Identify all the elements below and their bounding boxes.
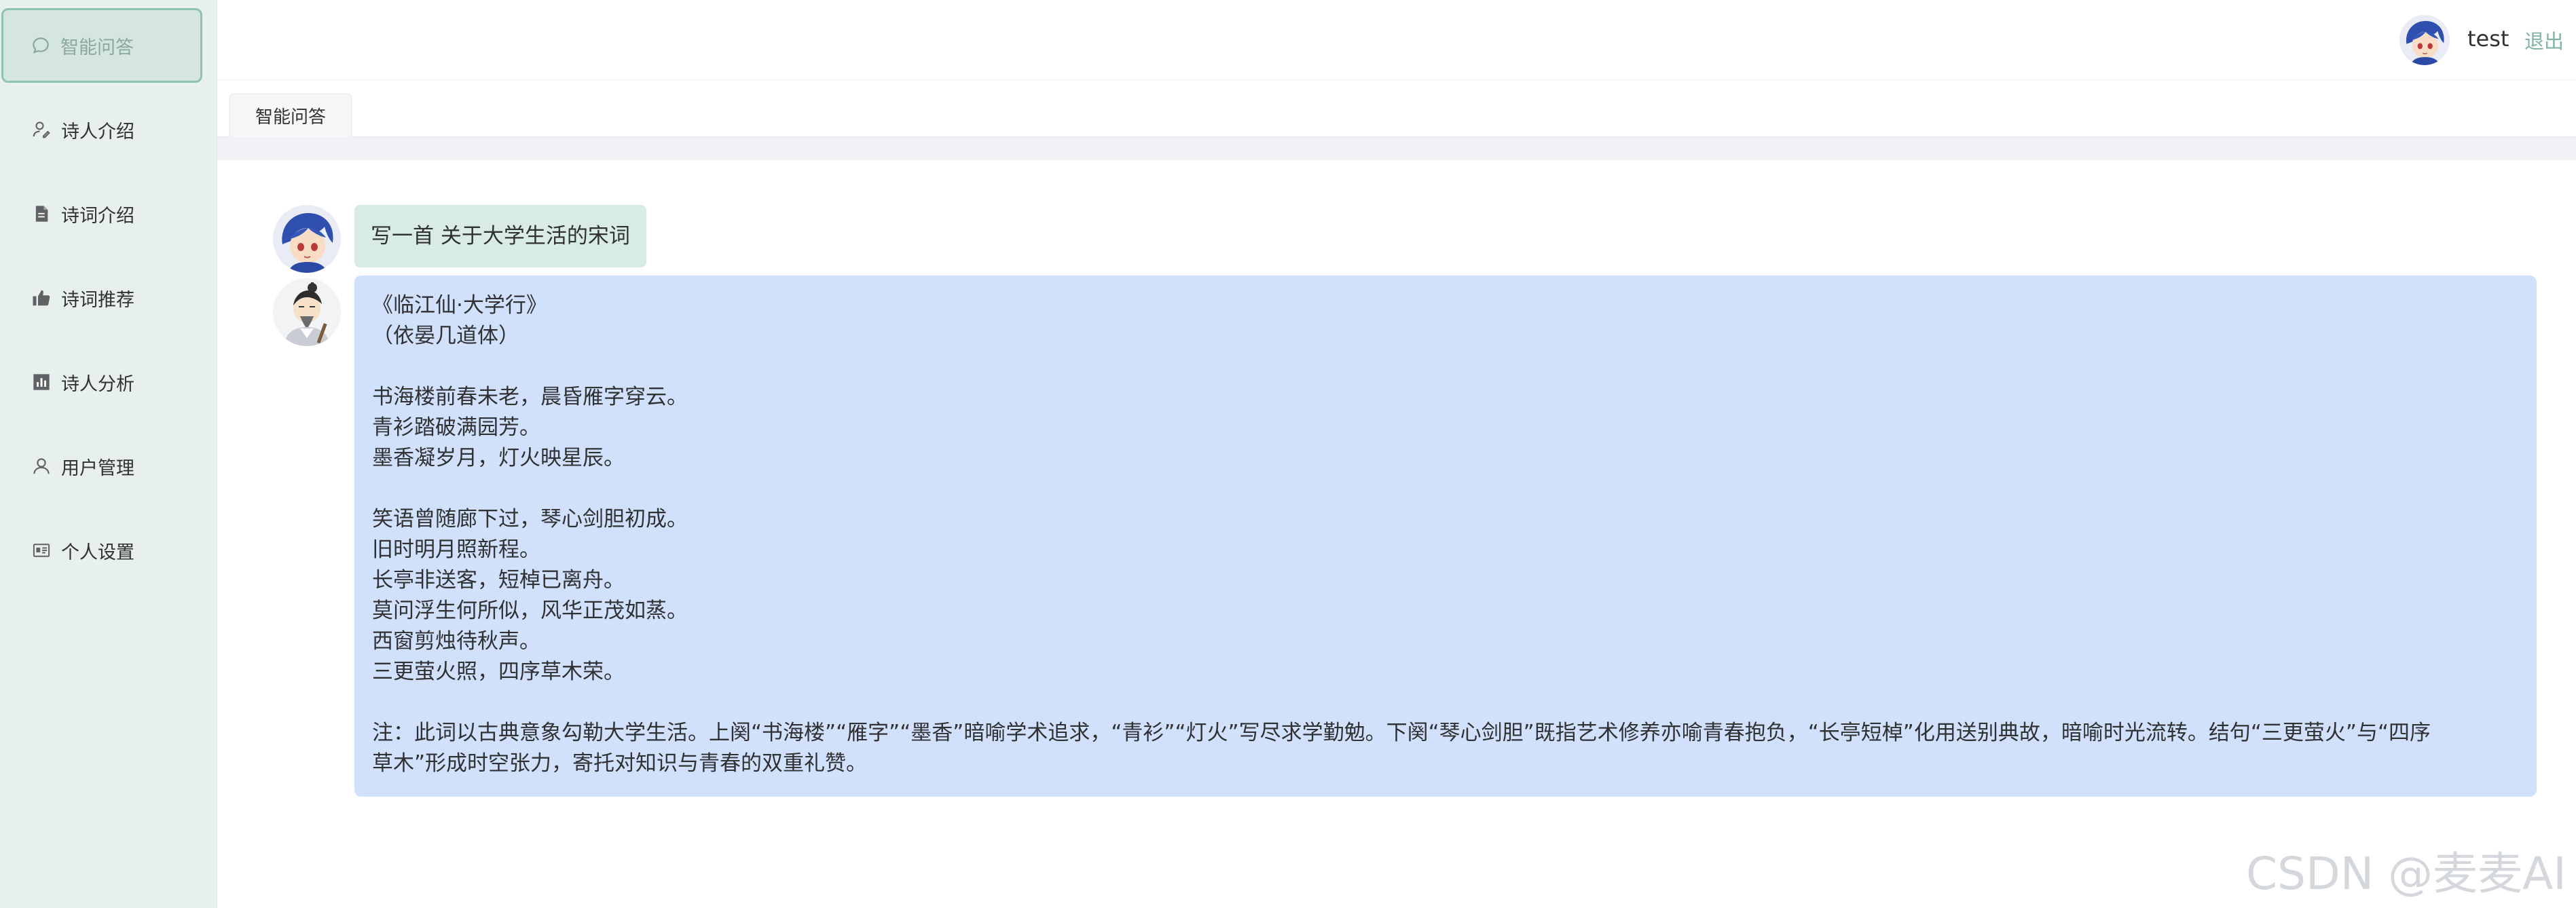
answer-line: 《临江仙·大学行》 bbox=[372, 293, 547, 318]
sidebar-item-label: 智能问答 bbox=[60, 37, 134, 58]
answer-line: 笑语曾随廊下过，琴心剑胆初成。 bbox=[372, 507, 688, 531]
answer-line: 书海楼前春未老，晨昏雁字穿云。 bbox=[372, 385, 688, 409]
sidebar-item-user-management[interactable]: 用户管理 bbox=[0, 429, 217, 504]
user-edit-icon bbox=[30, 118, 53, 141]
sidebar-item-poet-intro[interactable]: 诗人介绍 bbox=[0, 92, 217, 167]
answer-line: 墨香凝岁月，灯火映星辰。 bbox=[372, 446, 625, 470]
sidebar: 智能问答 诗人介绍 诗词介绍 诗词推荐 诗人分析 用户管理 个人设置 bbox=[0, 0, 217, 908]
watermark: CSDN @麦麦AI bbox=[2246, 848, 2566, 900]
answer-gap bbox=[372, 687, 2519, 718]
sidebar-item-label: 个人设置 bbox=[61, 542, 134, 563]
answer-line: 西窗剪烛待秋声。 bbox=[372, 629, 540, 654]
content-divider bbox=[217, 137, 2576, 160]
chat-bubble-icon bbox=[29, 34, 52, 57]
sidebar-item-label: 用户管理 bbox=[61, 457, 134, 479]
answer-line: 旧时明月照新程。 bbox=[372, 537, 540, 562]
answer-line: 莫问浮生何所似，风华正茂如蒸。 bbox=[372, 599, 688, 623]
sidebar-item-smart-qa[interactable]: 智能问答 bbox=[1, 8, 202, 83]
sidebar-item-poem-recommend[interactable]: 诗词推荐 bbox=[0, 261, 217, 335]
user-avatar[interactable] bbox=[2399, 15, 2450, 65]
users-icon bbox=[30, 455, 53, 478]
bar-chart-icon bbox=[30, 371, 53, 394]
answer-line: 长亭非送客，短棹已离舟。 bbox=[372, 568, 625, 592]
username: test bbox=[2467, 26, 2509, 52]
sidebar-item-label: 诗词推荐 bbox=[61, 289, 134, 311]
assistant-answer-bubble: 《临江仙·大学行》 （依晏几道体） 书海楼前春未老，晨昏雁字穿云。 青衫踏破满园… bbox=[354, 276, 2537, 797]
answer-note-line: 注：此词以古典意象勾勒大学生活。上阕“书海楼”“雁字”“墨香”暗喻学术追求，“青… bbox=[372, 721, 2431, 745]
thumbs-up-icon bbox=[30, 286, 53, 309]
top-header bbox=[217, 0, 2576, 80]
user-question-bubble: 写一首 关于大学生活的宋词 bbox=[354, 205, 646, 267]
sidebar-item-personal-settings[interactable]: 个人设置 bbox=[0, 513, 217, 588]
logout-link[interactable]: 退出 bbox=[2524, 26, 2564, 54]
answer-line: 青衫踏破满园芳。 bbox=[372, 415, 540, 440]
id-card-icon bbox=[30, 539, 53, 562]
answer-note-line: 草木”形成时空张力，寄托对知识与青春的双重礼赞。 bbox=[372, 751, 868, 776]
answer-line: 三更萤火照，四序草木荣。 bbox=[372, 660, 625, 684]
answer-gap bbox=[372, 352, 2519, 382]
user-chat-avatar bbox=[273, 205, 341, 273]
tab-smart-qa[interactable]: 智能问答 bbox=[229, 94, 352, 137]
sidebar-item-label: 诗词介绍 bbox=[61, 205, 134, 227]
answer-line: （依晏几道体） bbox=[372, 324, 519, 348]
tab-bar: 智能问答 bbox=[217, 80, 2576, 137]
sidebar-item-label: 诗人介绍 bbox=[61, 121, 134, 143]
sidebar-item-poem-intro[interactable]: 诗词介绍 bbox=[0, 176, 217, 251]
sidebar-item-poet-analysis[interactable]: 诗人分析 bbox=[0, 345, 217, 419]
answer-gap bbox=[372, 474, 2519, 504]
assistant-chat-avatar bbox=[273, 278, 341, 346]
document-icon bbox=[30, 202, 53, 225]
sidebar-item-label: 诗人分析 bbox=[61, 373, 134, 395]
